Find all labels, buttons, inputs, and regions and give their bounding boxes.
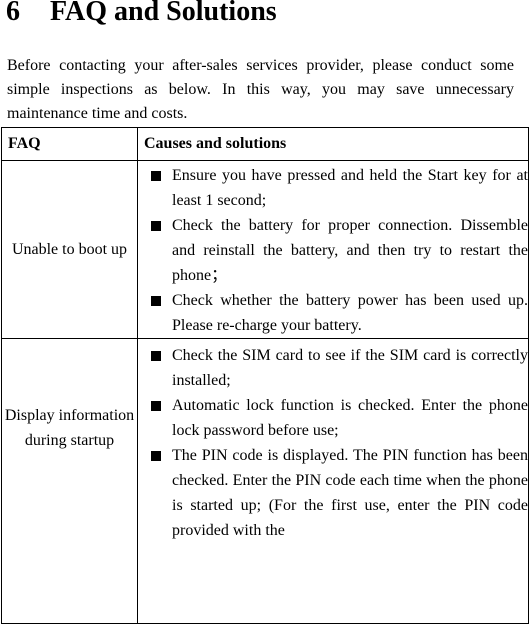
square-bullet-icon <box>151 221 161 231</box>
section-title: FAQ and Solutions <box>50 0 277 27</box>
faq-question: Display information during startup <box>1 338 138 624</box>
square-bullet-icon <box>151 401 161 411</box>
solution-item: Ensure you have pressed and held the Sta… <box>138 163 528 213</box>
solution-list: Ensure you have pressed and held the Sta… <box>138 163 528 338</box>
table-row: Display information during startup Check… <box>1 338 529 624</box>
square-bullet-icon <box>151 296 161 306</box>
faq-solutions: Ensure you have pressed and held the Sta… <box>137 160 529 339</box>
solution-item: Check the SIM card to see if the SIM car… <box>138 343 528 393</box>
square-bullet-icon <box>151 451 161 461</box>
solution-item: The PIN code is displayed. The PIN funct… <box>138 443 528 543</box>
faq-solutions: Check the SIM card to see if the SIM car… <box>137 338 529 624</box>
solution-item: Check whether the battery power has been… <box>138 288 528 338</box>
solution-text: Automatic lock function is checked. Ente… <box>172 397 528 439</box>
solution-item: Automatic lock function is checked. Ente… <box>138 393 528 443</box>
table-header-row: FAQ Causes and solutions <box>1 127 529 161</box>
header-causes-and-solutions: Causes and solutions <box>137 127 529 161</box>
header-faq: FAQ <box>1 127 138 161</box>
solution-text: Check whether the battery power has been… <box>172 292 528 334</box>
square-bullet-icon <box>151 171 161 181</box>
solution-text: Check the SIM card to see if the SIM car… <box>172 347 528 389</box>
section-number: 6 <box>6 0 20 27</box>
intro-paragraph: Before contacting your after-sales servi… <box>7 57 514 122</box>
solution-text: The PIN code is displayed. The PIN funct… <box>172 447 528 539</box>
faq-question: Unable to boot up <box>1 160 138 339</box>
square-bullet-icon <box>151 351 161 361</box>
solution-text: Check the battery for proper connection.… <box>172 217 528 284</box>
solution-list: Check the SIM card to see if the SIM car… <box>138 343 528 543</box>
section-heading: 6 FAQ and Solutions <box>6 0 277 30</box>
table-row: Unable to boot up Ensure you have presse… <box>1 160 529 339</box>
solution-item: Check the battery for proper connection.… <box>138 213 528 288</box>
solution-text: Ensure you have pressed and held the Sta… <box>172 167 528 209</box>
faq-table: FAQ Causes and solutions Unable to boot … <box>1 127 529 624</box>
